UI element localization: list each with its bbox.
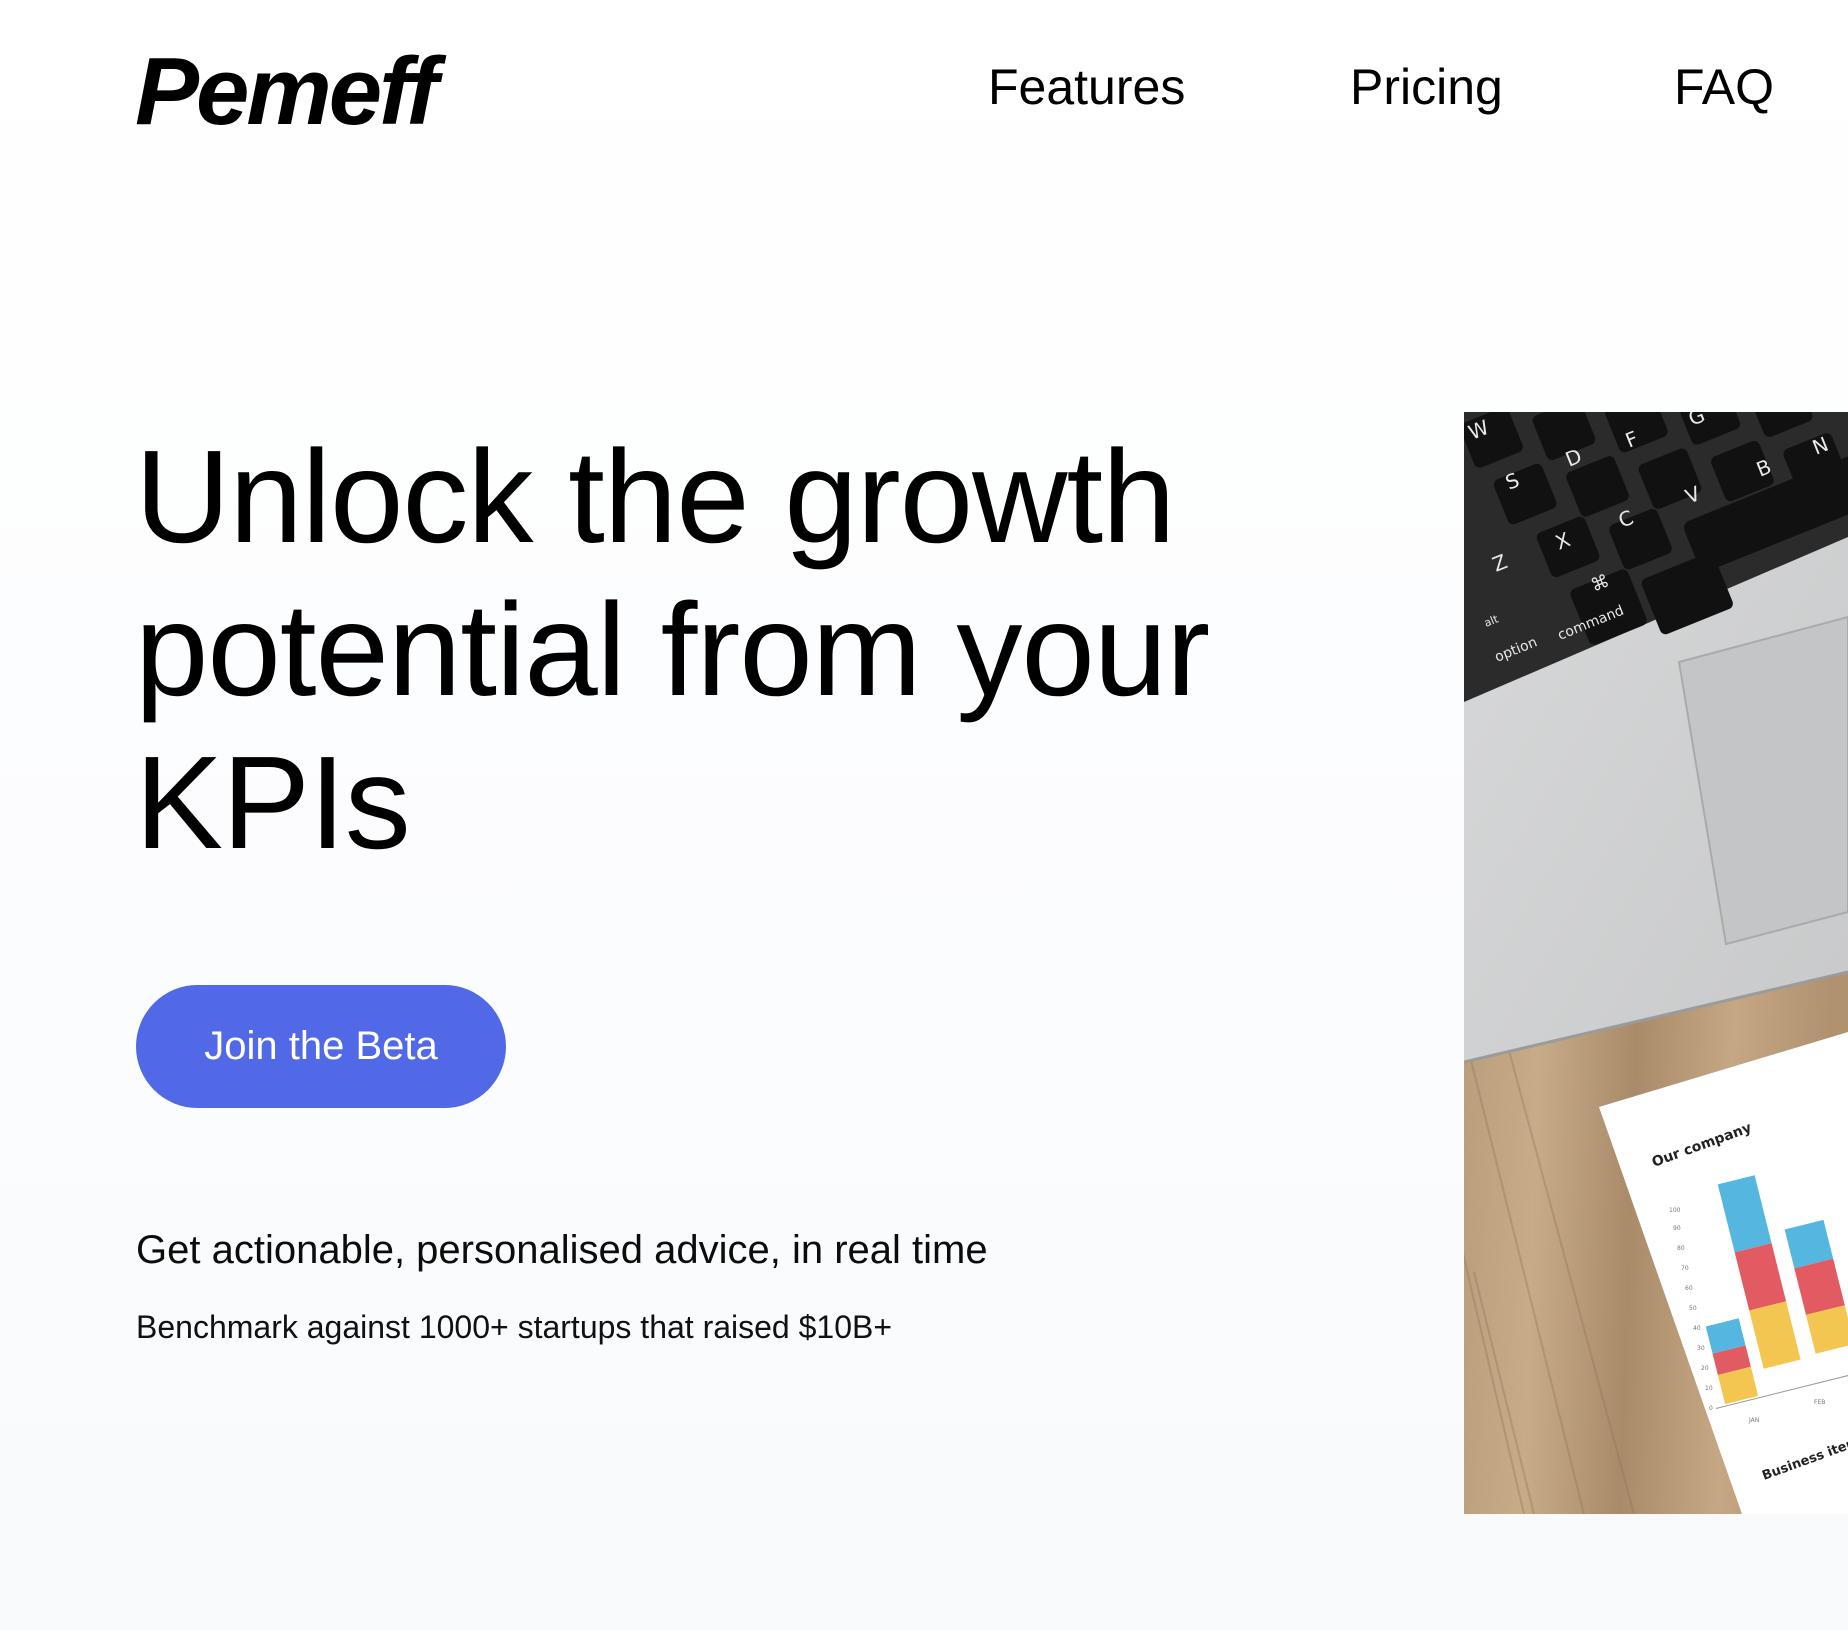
month-jan-label: JAN [1748,1417,1759,1424]
join-beta-button[interactable]: Join the Beta [136,985,506,1108]
hero-subhead: Get actionable, personalised advice, in … [136,1228,988,1272]
logo[interactable]: Pemeff [135,44,438,140]
hero-benchmark-text: Benchmark against 1000+ startups that ra… [136,1309,893,1345]
axis-tick-90: 90 [1673,1225,1681,1232]
axis-tick-100: 100 [1669,1207,1681,1214]
axis-tick-20: 20 [1701,1365,1709,1372]
axis-tick-70: 70 [1681,1265,1689,1272]
axis-tick-60: 60 [1685,1285,1693,1292]
axis-tick-30: 30 [1697,1345,1705,1352]
nav-pricing-link[interactable]: Pricing [1350,62,1503,112]
month-feb-label: FEB [1814,1399,1825,1406]
axis-tick-40: 40 [1693,1325,1701,1332]
hero-laptop-image: W S D F G B N Z X C V ⌘ alt option comma… [1464,412,1848,1514]
hero-headline: Unlock the growth potential from your KP… [135,423,1210,876]
axis-tick-10: 10 [1705,1385,1713,1392]
axis-tick-50: 50 [1689,1305,1697,1312]
nav-features-link[interactable]: Features [988,62,1185,112]
nav-faq-link[interactable]: FAQ [1674,62,1774,112]
axis-tick-0: 0 [1709,1405,1713,1412]
axis-tick-80: 80 [1677,1245,1685,1252]
